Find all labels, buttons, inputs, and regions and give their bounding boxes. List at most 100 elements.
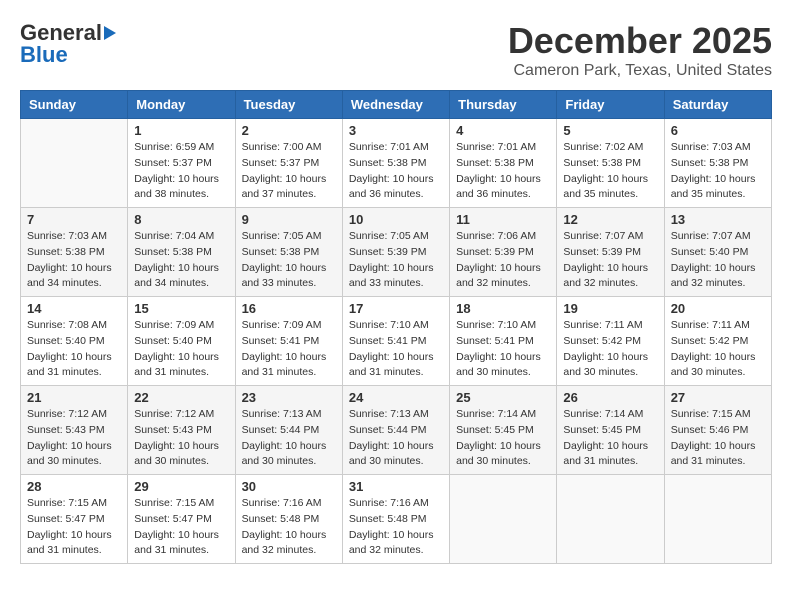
day-number: 13 <box>671 212 765 227</box>
day-number: 11 <box>456 212 550 227</box>
day-info: Sunrise: 7:15 AMSunset: 5:46 PMDaylight:… <box>671 407 765 470</box>
day-info: Sunrise: 7:03 AMSunset: 5:38 PMDaylight:… <box>27 229 121 292</box>
day-number: 18 <box>456 301 550 316</box>
calendar-cell: 20 Sunrise: 7:11 AMSunset: 5:42 PMDayligh… <box>664 297 771 386</box>
day-info: Sunrise: 7:11 AMSunset: 5:42 PMDaylight:… <box>671 318 765 381</box>
calendar-cell: 29 Sunrise: 7:15 AMSunset: 5:47 PMDayligh… <box>128 475 235 564</box>
day-number: 20 <box>671 301 765 316</box>
calendar-cell: 23 Sunrise: 7:13 AMSunset: 5:44 PMDayligh… <box>235 386 342 475</box>
week-row-4: 21 Sunrise: 7:12 AMSunset: 5:43 PMDayligh… <box>21 386 772 475</box>
weekday-header-saturday: Saturday <box>664 91 771 119</box>
page-header: General Blue December 2025 Cameron Park,… <box>20 20 772 80</box>
weekday-header-wednesday: Wednesday <box>342 91 449 119</box>
day-number: 15 <box>134 301 228 316</box>
day-info: Sunrise: 7:16 AMSunset: 5:48 PMDaylight:… <box>242 496 336 559</box>
day-number: 23 <box>242 390 336 405</box>
day-info: Sunrise: 7:12 AMSunset: 5:43 PMDaylight:… <box>134 407 228 470</box>
calendar-cell: 8Sunrise: 7:04 AMSunset: 5:38 PMDaylight… <box>128 208 235 297</box>
location-title: Cameron Park, Texas, United States <box>508 62 772 80</box>
day-info: Sunrise: 7:14 AMSunset: 5:45 PMDaylight:… <box>563 407 657 470</box>
day-info: Sunrise: 7:02 AMSunset: 5:38 PMDaylight:… <box>563 140 657 203</box>
calendar-cell: 30 Sunrise: 7:16 AMSunset: 5:48 PMDayligh… <box>235 475 342 564</box>
day-number: 6 <box>671 123 765 138</box>
calendar-cell: 1 Sunrise: 6:59 AMSunset: 5:37 PMDaylight… <box>128 119 235 208</box>
weekday-header-row: SundayMondayTuesdayWednesdayThursdayFrid… <box>21 91 772 119</box>
day-number: 1 <box>134 123 228 138</box>
calendar-cell <box>557 475 664 564</box>
calendar-cell: 24 Sunrise: 7:13 AMSunset: 5:44 PMDayligh… <box>342 386 449 475</box>
week-row-5: 28 Sunrise: 7:15 AMSunset: 5:47 PMDayligh… <box>21 475 772 564</box>
day-number: 29 <box>134 479 228 494</box>
day-info: Sunrise: 7:14 AMSunset: 5:45 PMDaylight:… <box>456 407 550 470</box>
calendar-cell: 15 Sunrise: 7:09 AMSunset: 5:40 PMDayligh… <box>128 297 235 386</box>
day-info: Sunrise: 7:04 AMSunset: 5:38 PMDaylight:… <box>134 229 228 292</box>
calendar-cell: 28Sunrise: 7:15 AMSunset: 5:47 PMDayligh… <box>21 475 128 564</box>
logo: General Blue <box>20 20 118 68</box>
day-number: 9 <box>242 212 336 227</box>
calendar-cell: 13 Sunrise: 7:07 AMSunset: 5:40 PMDayligh… <box>664 208 771 297</box>
day-number: 31 <box>349 479 443 494</box>
calendar-cell: 14Sunrise: 7:08 AMSunset: 5:40 PMDayligh… <box>21 297 128 386</box>
calendar-cell: 5 Sunrise: 7:02 AMSunset: 5:38 PMDaylight… <box>557 119 664 208</box>
day-number: 30 <box>242 479 336 494</box>
calendar-cell: 19Sunrise: 7:11 AMSunset: 5:42 PMDayligh… <box>557 297 664 386</box>
day-info: Sunrise: 6:59 AMSunset: 5:37 PMDaylight:… <box>134 140 228 203</box>
week-row-2: 7Sunrise: 7:03 AMSunset: 5:38 PMDaylight… <box>21 208 772 297</box>
day-info: Sunrise: 7:01 AMSunset: 5:38 PMDaylight:… <box>456 140 550 203</box>
day-number: 17 <box>349 301 443 316</box>
day-number: 5 <box>563 123 657 138</box>
calendar-cell: 11Sunrise: 7:06 AMSunset: 5:39 PMDayligh… <box>450 208 557 297</box>
logo-blue: Blue <box>20 42 68 68</box>
calendar-cell: 12Sunrise: 7:07 AMSunset: 5:39 PMDayligh… <box>557 208 664 297</box>
day-info: Sunrise: 7:00 AMSunset: 5:37 PMDaylight:… <box>242 140 336 203</box>
day-number: 25 <box>456 390 550 405</box>
day-info: Sunrise: 7:08 AMSunset: 5:40 PMDaylight:… <box>27 318 121 381</box>
day-number: 28 <box>27 479 121 494</box>
day-info: Sunrise: 7:05 AMSunset: 5:39 PMDaylight:… <box>349 229 443 292</box>
day-number: 2 <box>242 123 336 138</box>
day-info: Sunrise: 7:12 AMSunset: 5:43 PMDaylight:… <box>27 407 121 470</box>
day-info: Sunrise: 7:07 AMSunset: 5:39 PMDaylight:… <box>563 229 657 292</box>
weekday-header-sunday: Sunday <box>21 91 128 119</box>
day-info: Sunrise: 7:16 AMSunset: 5:48 PMDaylight:… <box>349 496 443 559</box>
day-info: Sunrise: 7:15 AMSunset: 5:47 PMDaylight:… <box>134 496 228 559</box>
day-number: 3 <box>349 123 443 138</box>
day-info: Sunrise: 7:11 AMSunset: 5:42 PMDaylight:… <box>563 318 657 381</box>
calendar-cell: 9 Sunrise: 7:05 AMSunset: 5:38 PMDaylight… <box>235 208 342 297</box>
day-info: Sunrise: 7:13 AMSunset: 5:44 PMDaylight:… <box>349 407 443 470</box>
day-info: Sunrise: 7:09 AMSunset: 5:40 PMDaylight:… <box>134 318 228 381</box>
day-number: 21 <box>27 390 121 405</box>
day-info: Sunrise: 7:10 AMSunset: 5:41 PMDaylight:… <box>349 318 443 381</box>
calendar-cell: 25 Sunrise: 7:14 AMSunset: 5:45 PMDayligh… <box>450 386 557 475</box>
day-info: Sunrise: 7:03 AMSunset: 5:38 PMDaylight:… <box>671 140 765 203</box>
week-row-3: 14Sunrise: 7:08 AMSunset: 5:40 PMDayligh… <box>21 297 772 386</box>
day-number: 16 <box>242 301 336 316</box>
day-info: Sunrise: 7:01 AMSunset: 5:38 PMDaylight:… <box>349 140 443 203</box>
day-info: Sunrise: 7:13 AMSunset: 5:44 PMDaylight:… <box>242 407 336 470</box>
day-info: Sunrise: 7:05 AMSunset: 5:38 PMDaylight:… <box>242 229 336 292</box>
day-number: 22 <box>134 390 228 405</box>
day-number: 24 <box>349 390 443 405</box>
calendar-table: SundayMondayTuesdayWednesdayThursdayFrid… <box>20 90 772 564</box>
day-number: 4 <box>456 123 550 138</box>
day-info: Sunrise: 7:07 AMSunset: 5:40 PMDaylight:… <box>671 229 765 292</box>
calendar-cell: 16 Sunrise: 7:09 AMSunset: 5:41 PMDayligh… <box>235 297 342 386</box>
day-number: 26 <box>563 390 657 405</box>
calendar-cell: 3 Sunrise: 7:01 AMSunset: 5:38 PMDaylight… <box>342 119 449 208</box>
calendar-cell: 22 Sunrise: 7:12 AMSunset: 5:43 PMDayligh… <box>128 386 235 475</box>
calendar-cell: 7Sunrise: 7:03 AMSunset: 5:38 PMDaylight… <box>21 208 128 297</box>
week-row-1: 1 Sunrise: 6:59 AMSunset: 5:37 PMDaylight… <box>21 119 772 208</box>
calendar-cell: 18 Sunrise: 7:10 AMSunset: 5:41 PMDayligh… <box>450 297 557 386</box>
day-info: Sunrise: 7:10 AMSunset: 5:41 PMDaylight:… <box>456 318 550 381</box>
calendar-cell: 2 Sunrise: 7:00 AMSunset: 5:37 PMDaylight… <box>235 119 342 208</box>
weekday-header-monday: Monday <box>128 91 235 119</box>
calendar-cell: 21 Sunrise: 7:12 AMSunset: 5:43 PMDayligh… <box>21 386 128 475</box>
weekday-header-friday: Friday <box>557 91 664 119</box>
calendar-cell: 31 Sunrise: 7:16 AMSunset: 5:48 PMDayligh… <box>342 475 449 564</box>
day-number: 10 <box>349 212 443 227</box>
calendar-cell: 6 Sunrise: 7:03 AMSunset: 5:38 PMDaylight… <box>664 119 771 208</box>
day-number: 27 <box>671 390 765 405</box>
title-section: December 2025 Cameron Park, Texas, Unite… <box>508 20 772 80</box>
calendar-cell: 17 Sunrise: 7:10 AMSunset: 5:41 PMDayligh… <box>342 297 449 386</box>
day-info: Sunrise: 7:09 AMSunset: 5:41 PMDaylight:… <box>242 318 336 381</box>
